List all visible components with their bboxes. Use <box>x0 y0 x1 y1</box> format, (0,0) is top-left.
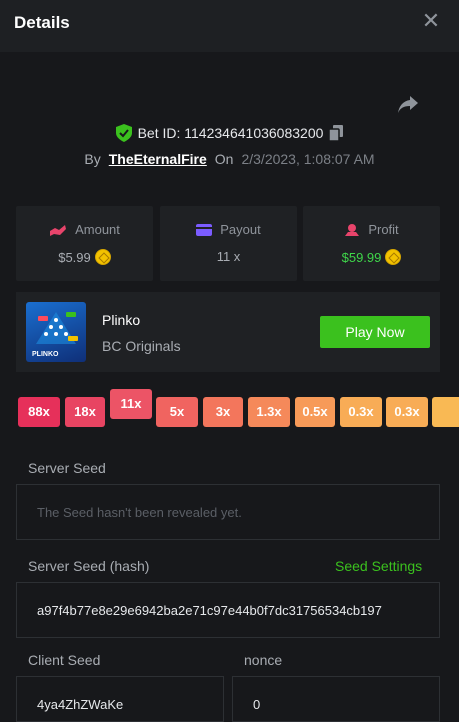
details-header: Details ✕ <box>0 0 459 52</box>
close-icon[interactable]: ✕ <box>421 10 441 32</box>
server-seed-hash-value: a97f4b77e8e29e6942ba2e71c97e44b0f7dc3175… <box>37 603 382 618</box>
multiplier-chip: 0.3x <box>340 397 382 427</box>
multiplier-chip: 1.3x <box>248 397 290 427</box>
server-seed-field[interactable]: The Seed hasn't been revealed yet. <box>16 484 440 540</box>
play-now-button[interactable]: Play Now <box>320 316 430 348</box>
bet-id: Bet ID: 114234641036083200 <box>137 125 324 141</box>
profit-card: Profit $59.99 <box>303 206 440 281</box>
multiplier-chip: 5x <box>156 397 198 427</box>
payout-label: Payout <box>220 222 261 237</box>
payout-value: 11 x <box>216 249 241 264</box>
amount-icon <box>50 224 67 236</box>
server-seed-hash-field[interactable]: a97f4b77e8e29e6942ba2e71c97e44b0f7dc3175… <box>16 582 440 638</box>
nonce-label: nonce <box>244 652 283 668</box>
bcd-coin-icon <box>94 249 111 265</box>
payout-card: Payout 11 x <box>160 206 297 281</box>
game-card: PLINKO Plinko BC Originals Play Now <box>16 292 440 372</box>
verified-shield-icon <box>115 124 132 142</box>
client-seed-value: 4ya4ZhZWaKe <box>37 697 124 712</box>
nonce-value: 0 <box>253 697 261 712</box>
server-seed-hash-label: Server Seed (hash) <box>28 558 150 574</box>
profit-label: Profit <box>368 222 399 237</box>
payout-icon <box>196 223 213 236</box>
server-seed-placeholder: The Seed hasn't been revealed yet. <box>37 505 242 520</box>
page-title: Details <box>14 13 70 32</box>
on-label: On <box>214 151 234 167</box>
amount-value: $5.99 <box>58 249 91 265</box>
bet-author-row: By TheEternalFire On 2/3/2023, 1:08:07 A… <box>0 151 459 167</box>
thumb-text: PLINKO <box>32 351 59 358</box>
username-link[interactable]: TheEternalFire <box>109 151 207 167</box>
share-icon[interactable] <box>397 94 419 114</box>
multiplier-chip-cut <box>432 397 459 427</box>
server-seed-label: Server Seed <box>28 460 106 476</box>
multiplier-chip: 0.5x <box>295 397 335 427</box>
multiplier-chip: 0.3x <box>386 397 428 427</box>
client-seed-label: Client Seed <box>28 652 101 668</box>
multiplier-chip: 3x <box>203 397 243 427</box>
plinko-thumbnail[interactable]: PLINKO <box>26 302 86 362</box>
profit-value: $59.99 <box>341 249 382 265</box>
game-provider: BC Originals <box>102 338 181 354</box>
bet-id-row: Bet ID: 114234641036083200 <box>0 124 459 145</box>
by-label: By <box>84 151 101 167</box>
amount-label: Amount <box>75 222 120 237</box>
bet-date: 2/3/2023, 1:08:07 AM <box>241 151 375 167</box>
plinko-logo-icon: PLINKO <box>32 312 78 358</box>
seed-settings-link[interactable]: Seed Settings <box>335 558 422 574</box>
amount-card: Amount $5.99 <box>16 206 153 281</box>
multiplier-chip: 18x <box>65 397 105 427</box>
nonce-field[interactable]: 0 <box>232 676 440 722</box>
game-name: Plinko <box>102 312 141 328</box>
bcd-coin-icon <box>385 249 402 265</box>
copy-icon[interactable] <box>329 125 344 141</box>
multiplier-chip: 11x <box>110 389 152 419</box>
client-seed-field[interactable]: 4ya4ZhZWaKe <box>16 676 224 722</box>
profit-icon <box>345 223 360 236</box>
multiplier-chip: 88x <box>18 397 60 427</box>
